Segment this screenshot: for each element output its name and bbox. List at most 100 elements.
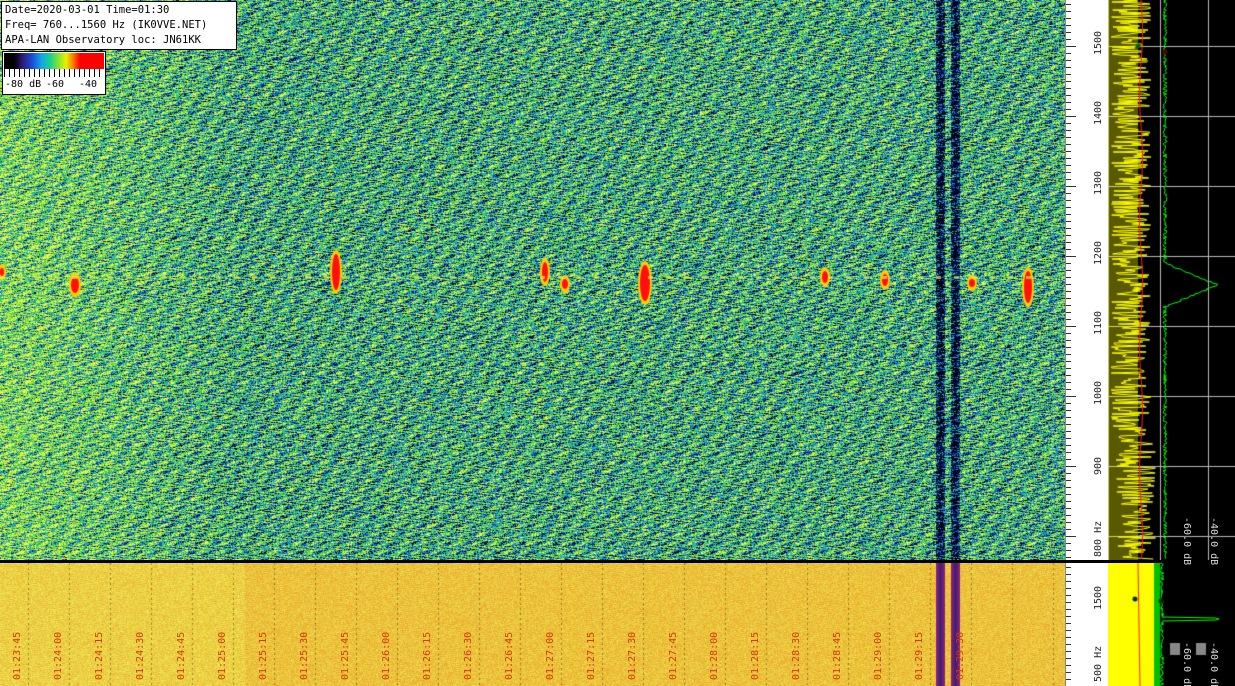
scale-tick [1066, 543, 1071, 544]
db-label: -40.0 dB [1208, 642, 1219, 686]
frequency-scale-lower: 1500 500 Hz [1065, 563, 1109, 686]
observatory-line: APA-LAN Observatory loc: JN61KK [5, 34, 201, 46]
scale-tick [1066, 298, 1071, 299]
frequency-label: 800 Hz [1093, 520, 1104, 557]
color-legend: -80 dB -60 -40 [2, 51, 106, 95]
scale-tick [1066, 95, 1071, 96]
time-label: 01:26:30 [463, 631, 474, 680]
scale-tick [1066, 602, 1071, 603]
scale-tick [1066, 88, 1071, 89]
scale-tick [1066, 595, 1071, 596]
scale-tick [1066, 263, 1071, 264]
legend-label-high: -40 [79, 79, 98, 90]
scale-tick [1066, 375, 1071, 376]
legend-gradient [4, 53, 104, 69]
scale-tick [1066, 4, 1071, 5]
time-label: 01:29:30 [955, 631, 966, 680]
scale-tick [1066, 333, 1071, 334]
scale-tick [1066, 410, 1071, 411]
scale-tick [1066, 186, 1076, 187]
scale-tick [1066, 508, 1071, 509]
scale-tick [1066, 368, 1071, 369]
scale-tick [1066, 424, 1071, 425]
scale-tick [1066, 466, 1076, 467]
scale-tick [1066, 382, 1071, 383]
scale-tick [1066, 53, 1071, 54]
scale-tick [1066, 207, 1071, 208]
scale-tick [1066, 214, 1071, 215]
time-label: 01:25:00 [217, 631, 228, 680]
scale-tick [1066, 165, 1071, 166]
time-label: 01:25:15 [258, 631, 269, 680]
scale-tick [1066, 179, 1071, 180]
scale-tick [1066, 277, 1071, 278]
scale-tick [1066, 256, 1076, 257]
scale-tick [1066, 235, 1071, 236]
scale-tick [1066, 557, 1071, 558]
scale-tick [1066, 60, 1071, 61]
scale-tick [1066, 581, 1071, 582]
scale-tick [1066, 459, 1071, 460]
wideband-waterfall [0, 563, 1065, 686]
frequency-label: 1400 [1093, 100, 1104, 125]
scale-tick [1066, 32, 1071, 33]
scale-tick [1066, 144, 1071, 145]
time-label: 01:28:30 [791, 631, 802, 680]
scale-tick [1066, 672, 1071, 673]
scale-tick [1066, 123, 1071, 124]
time-label: 01:24:30 [135, 631, 146, 680]
scale-tick [1066, 25, 1071, 26]
scale-tick [1066, 193, 1071, 194]
frequency-label: 1200 [1093, 240, 1104, 265]
scale-tick [1066, 616, 1071, 617]
scale-tick [1066, 137, 1071, 138]
scale-tick [1066, 102, 1071, 103]
time-label: 01:26:00 [381, 631, 392, 680]
scale-tick [1066, 81, 1071, 82]
time-label: 01:27:30 [627, 631, 638, 680]
time-label: 01:27:15 [586, 631, 597, 680]
scale-tick [1066, 473, 1071, 474]
frequency-label: 1500 [1093, 30, 1104, 55]
scale-tick [1066, 151, 1071, 152]
scale-tick [1066, 403, 1071, 404]
frequency-scale: 1500 1400 1300 1200 1100 1000 900 800 Hz [1065, 0, 1109, 560]
time-label: 01:28:45 [832, 631, 843, 680]
scale-tick [1066, 200, 1071, 201]
date-time-line: Date=2020-03-01 Time=01:30 [5, 4, 170, 16]
scale-tick [1066, 242, 1071, 243]
legend-label-low: -80 dB [5, 79, 42, 90]
time-label: 01:24:00 [53, 631, 64, 680]
time-label: 01:26:15 [422, 631, 433, 680]
scale-tick [1066, 630, 1071, 631]
scale-tick [1066, 417, 1071, 418]
frequency-label: 900 [1093, 456, 1104, 475]
scale-tick [1066, 361, 1071, 362]
scale-tick [1066, 39, 1071, 40]
scale-tick [1066, 270, 1071, 271]
scale-tick [1066, 438, 1071, 439]
scale-tick [1066, 291, 1071, 292]
db-label: -40.0 dB [1208, 517, 1219, 566]
scale-tick [1066, 116, 1076, 117]
scale-tick [1066, 172, 1071, 173]
time-label: 01:25:45 [340, 631, 351, 680]
frequency-label: 1000 [1093, 380, 1104, 405]
frequency-label: 1300 [1093, 170, 1104, 195]
scale-tick [1066, 130, 1071, 131]
scale-tick [1066, 623, 1071, 624]
frequency-range-line: Freq= 760...1560 Hz (IK0VVE.NET) [5, 19, 208, 31]
scale-tick [1066, 228, 1071, 229]
scale-tick [1066, 665, 1071, 666]
frequency-label: 1100 [1093, 310, 1104, 335]
time-label: 01:26:45 [504, 631, 515, 680]
frequency-label: 500 Hz [1093, 645, 1104, 682]
scale-tick [1066, 644, 1071, 645]
scale-tick [1066, 452, 1071, 453]
scale-tick [1066, 319, 1071, 320]
db-label: -60.0 dB [1181, 642, 1192, 686]
scale-tick [1066, 522, 1071, 523]
time-label: 01:29:00 [873, 631, 884, 680]
scale-tick [1066, 637, 1071, 638]
db-label: -60.0 dB [1181, 517, 1192, 566]
